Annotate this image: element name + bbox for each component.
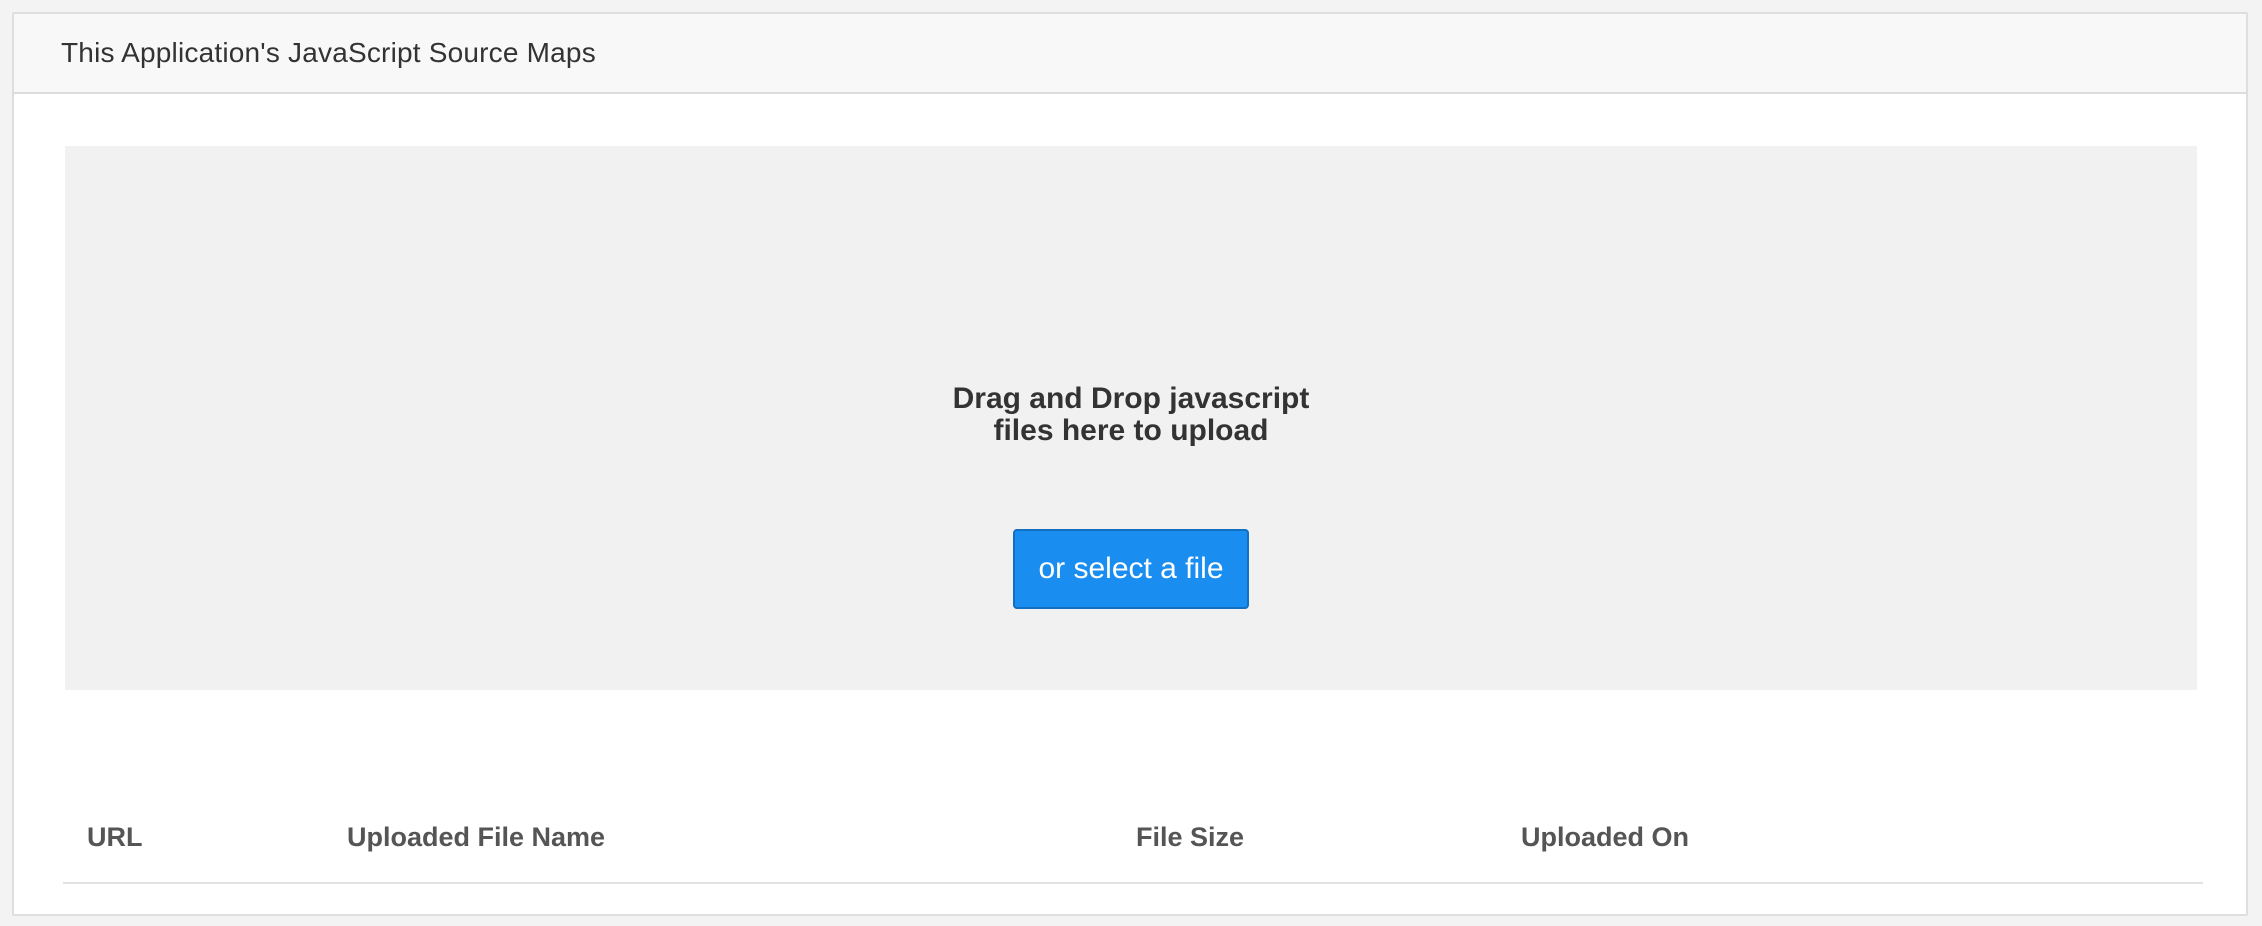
select-file-button[interactable]: or select a file — [1013, 529, 1249, 609]
source-maps-panel: This Application's JavaScript Source Map… — [12, 12, 2248, 916]
column-header-url[interactable]: URL — [87, 822, 143, 853]
panel-header: This Application's JavaScript Source Map… — [14, 14, 2246, 94]
column-header-uploaded-on[interactable]: Uploaded On — [1521, 822, 1689, 853]
column-header-file-size[interactable]: File Size — [1136, 822, 1244, 853]
panel-title: This Application's JavaScript Source Map… — [61, 37, 596, 68]
column-header-file-name[interactable]: Uploaded File Name — [347, 822, 605, 853]
file-dropzone[interactable]: Drag and Drop javascript files here to u… — [65, 146, 2197, 690]
dropzone-instructions-line2: files here to upload — [993, 414, 1269, 447]
dropzone-instructions: Drag and Drop javascript files here to u… — [953, 383, 1310, 447]
source-maps-table-header: URL Uploaded File Name File Size Uploade… — [63, 804, 2203, 884]
dropzone-instructions-line1: Drag and Drop javascript — [952, 382, 1310, 415]
